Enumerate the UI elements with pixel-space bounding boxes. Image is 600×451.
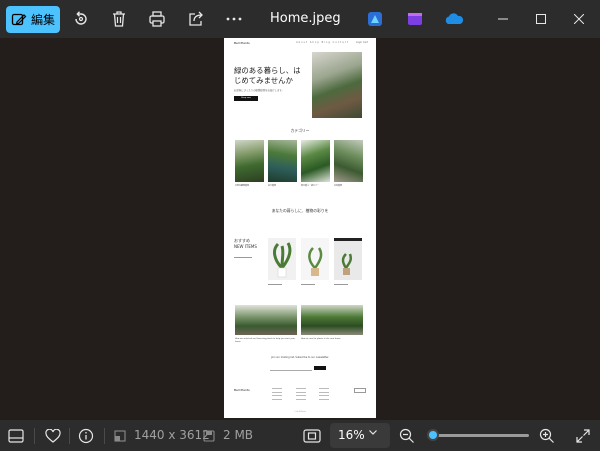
- doc-logo: Bell Plants: [234, 41, 250, 45]
- image-viewer[interactable]: Bell Plants About Shop Blog Contact Logi…: [0, 38, 600, 420]
- doc-product-divider: [301, 284, 315, 285]
- share-icon[interactable]: [186, 9, 206, 29]
- doc-product-divider: [268, 284, 282, 285]
- separator: [69, 428, 70, 444]
- edit-button[interactable]: 編集: [6, 6, 60, 33]
- doc-copyright: © Bell Plants: [294, 411, 306, 413]
- edit-button-label: 編集: [30, 13, 55, 27]
- doc-category-title: カテゴリー: [290, 128, 310, 133]
- rotate-icon[interactable]: [71, 9, 91, 29]
- doc-footer-column: [272, 388, 282, 402]
- doc-product-divider: [334, 284, 348, 285]
- doc-nav: Bell Plants About Shop Blog Contact Logi…: [234, 41, 368, 47]
- separator: [104, 428, 105, 444]
- doc-category-image: [334, 140, 363, 182]
- zoom-level: 16%: [338, 428, 365, 442]
- file-size-icon: [199, 426, 219, 446]
- more-icon[interactable]: [224, 9, 244, 29]
- doc-footer-logo: Bell Plants: [234, 388, 250, 392]
- doc-newsletter-button: [314, 366, 326, 370]
- doc-hero-image: [312, 52, 362, 118]
- edit-pencil-icon: [11, 13, 27, 25]
- designer-app-icon[interactable]: [366, 10, 384, 28]
- zoom-out-icon[interactable]: [397, 426, 417, 446]
- clipchamp-icon[interactable]: [406, 10, 424, 28]
- doc-product-image: [268, 238, 296, 280]
- doc-category-label: 吊り植物: [268, 185, 277, 187]
- doc-newsletter-text: Join our mailing list. Subscribe to our …: [270, 356, 329, 359]
- actual-size-icon[interactable]: [302, 426, 322, 446]
- maximize-button[interactable]: [522, 0, 560, 38]
- filmstrip-icon[interactable]: [6, 426, 26, 446]
- zoom-in-icon[interactable]: [537, 426, 557, 446]
- doc-footer-column: [296, 388, 306, 402]
- title-bar: 編集 Home.jpeg: [0, 0, 600, 38]
- doc-blog-text: How we selected our flowering plants to …: [235, 338, 295, 343]
- zoom-slider-track[interactable]: [433, 434, 529, 437]
- dimensions-icon: [110, 426, 130, 446]
- doc-hero-button: Shop now: [234, 96, 258, 101]
- doc-blog-image: [235, 305, 297, 335]
- doc-footer-column: [319, 388, 329, 402]
- doc-hero-title: 緑のある暮らし、はじめてみませんか: [234, 66, 301, 85]
- doc-footer-button: [354, 388, 366, 393]
- doc-story-title: あなたの暮らしに、植物の彩りを: [271, 208, 329, 213]
- doc-category-image: [301, 140, 330, 182]
- doc-blog-image: [301, 305, 363, 335]
- doc-featured-divider: [234, 257, 252, 258]
- doc-category-label: 大型の観葉植物: [235, 185, 250, 187]
- doc-featured-sub: NEW ITEMS: [234, 244, 257, 249]
- doc-category-image: [235, 140, 264, 182]
- doc-product-image: [301, 238, 329, 280]
- close-button[interactable]: [560, 0, 598, 38]
- file-size: 2 MB: [223, 428, 254, 442]
- doc-newsletter-input: [270, 366, 312, 371]
- doc-category-label: 多肉植物: [334, 185, 343, 187]
- doc-hero-subtitle: お部屋にぴったりの観葉植物をお届けします。: [234, 89, 284, 92]
- minimize-button[interactable]: [484, 0, 522, 38]
- doc-nav-links: About Shop Blog Contact: [296, 41, 349, 44]
- trash-icon[interactable]: [109, 9, 129, 29]
- separator: [34, 428, 35, 444]
- heart-icon[interactable]: [43, 426, 63, 446]
- photos-app-window: 編集 Home.jpeg Bell Plants About Shop Blog…: [0, 0, 600, 451]
- zoom-slider-thumb[interactable]: [427, 429, 439, 441]
- doc-featured-title: おすすめ NEW ITEMS: [234, 238, 257, 250]
- doc-category-label: 寄せ植え・鉢カバー: [301, 185, 320, 187]
- doc-product-image: [334, 238, 362, 280]
- doc-nav-right: Login Cart: [355, 41, 368, 44]
- doc-blog-text: How to care for plants in the new home: [301, 338, 341, 340]
- status-bar: 1440 x 3612 2 MB 16%: [0, 420, 600, 451]
- onedrive-cloud-icon[interactable]: [444, 10, 464, 28]
- zoom-dropdown[interactable]: 16%: [330, 423, 390, 448]
- info-icon[interactable]: [76, 426, 96, 446]
- file-name: Home.jpeg: [270, 11, 341, 26]
- fullscreen-icon[interactable]: [573, 426, 593, 446]
- doc-category-image: [268, 140, 297, 182]
- print-icon[interactable]: [147, 9, 167, 29]
- chevron-down-icon: [368, 427, 378, 440]
- displayed-image: Bell Plants About Shop Blog Contact Logi…: [224, 38, 376, 418]
